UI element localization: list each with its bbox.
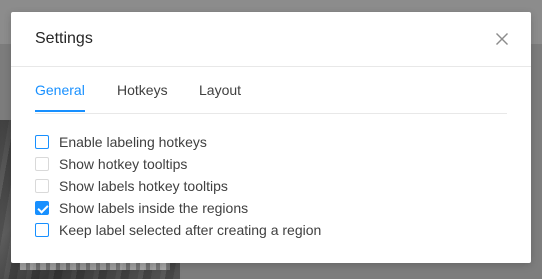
option-label: Keep label selected after creating a reg… <box>59 222 322 238</box>
option-enable-labeling-hotkeys[interactable]: Enable labeling hotkeys <box>35 131 507 153</box>
show-labels-inside-regions-checkbox[interactable] <box>35 201 49 215</box>
close-icon <box>496 33 508 45</box>
option-label: Show hotkey tooltips <box>59 156 188 172</box>
show-labels-hotkey-tooltips-checkbox[interactable] <box>35 179 49 193</box>
option-keep-label-selected[interactable]: Keep label selected after creating a reg… <box>35 219 507 241</box>
show-hotkey-tooltips-checkbox[interactable] <box>35 157 49 171</box>
tab-hotkeys[interactable]: Hotkeys <box>117 78 168 112</box>
option-show-labels-hotkey-tooltips[interactable]: Show labels hotkey tooltips <box>35 175 507 197</box>
option-label: Enable labeling hotkeys <box>59 134 207 150</box>
option-label: Show labels inside the regions <box>59 200 249 216</box>
dialog-title: Settings <box>35 30 93 47</box>
dialog-header: Settings <box>11 12 531 67</box>
option-show-hotkey-tooltips[interactable]: Show hotkey tooltips <box>35 153 507 175</box>
close-button[interactable] <box>493 30 511 48</box>
settings-tabs: General Hotkeys Layout <box>35 78 507 114</box>
tab-layout[interactable]: Layout <box>199 78 241 112</box>
general-options-list: Enable labeling hotkeys Show hotkey tool… <box>35 131 507 241</box>
option-label: Show labels hotkey tooltips <box>59 178 228 194</box>
settings-dialog: Settings General Hotkeys Layout Enable l… <box>11 12 531 263</box>
tab-general[interactable]: General <box>35 78 85 112</box>
option-show-labels-inside-regions[interactable]: Show labels inside the regions <box>35 197 507 219</box>
keep-label-selected-checkbox[interactable] <box>35 223 49 237</box>
enable-labeling-hotkeys-checkbox[interactable] <box>35 135 49 149</box>
